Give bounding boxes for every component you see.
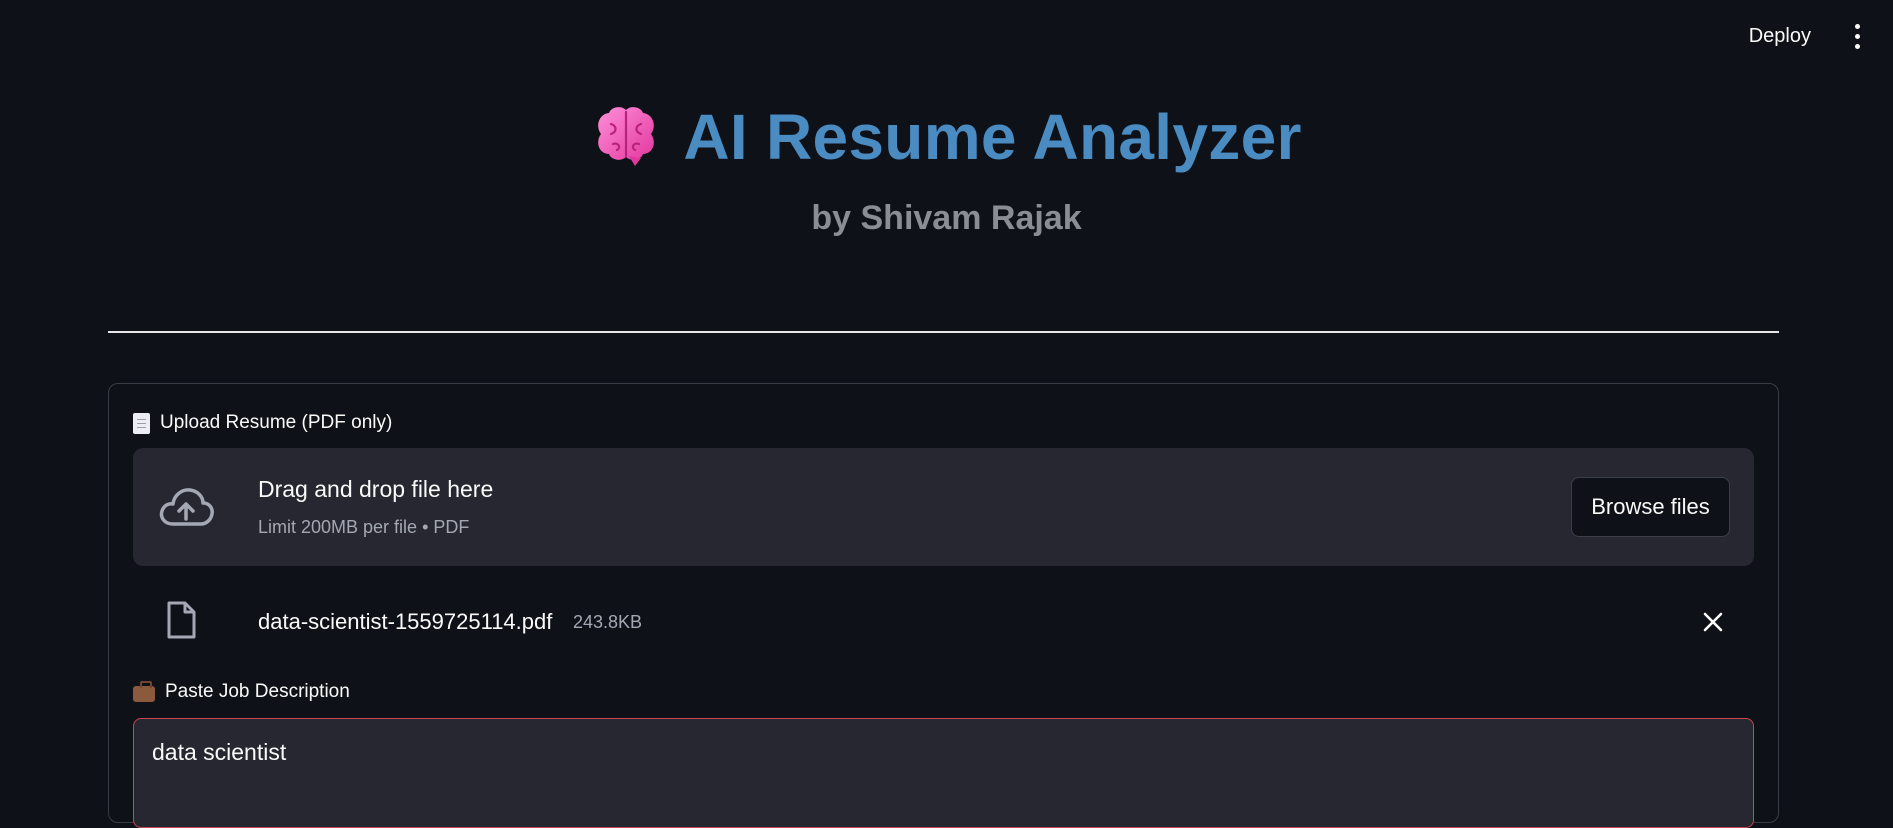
file-dropzone[interactable]: Drag and drop file here Limit 200MB per … xyxy=(133,448,1754,566)
uploaded-file-row: data-scientist-1559725114.pdf 243.8KB xyxy=(133,592,1754,652)
deploy-button[interactable]: Deploy xyxy=(1741,19,1819,54)
dropzone-title: Drag and drop file here xyxy=(258,476,494,502)
brain-icon xyxy=(598,107,655,166)
close-icon[interactable] xyxy=(1700,609,1726,635)
dropzone-subtitle: Limit 200MB per file • PDF xyxy=(258,517,470,537)
page-facing-up-icon xyxy=(133,412,150,434)
briefcase-icon xyxy=(133,681,155,702)
page-header: AI Resume Analyzer by Shivam Rajak xyxy=(0,100,1893,238)
more-vertical-icon[interactable] xyxy=(1845,21,1869,51)
browse-files-button[interactable]: Browse files xyxy=(1571,477,1730,537)
upload-label-text: Upload Resume (PDF only) xyxy=(160,412,393,433)
job-description-label: Paste Job Description xyxy=(133,681,350,703)
form-container: Upload Resume (PDF only) Drag and drop f… xyxy=(108,383,1779,828)
top-toolbar: Deploy xyxy=(1741,0,1893,72)
page-subtitle: by Shivam Rajak xyxy=(811,199,1082,237)
page-title-row: AI Resume Analyzer xyxy=(591,100,1301,174)
file-icon xyxy=(167,601,196,639)
file-size: 243.8KB xyxy=(573,612,643,632)
job-description-input[interactable]: data scientist xyxy=(133,718,1754,828)
upload-label: Upload Resume (PDF only) xyxy=(133,412,392,434)
file-name: data-scientist-1559725114.pdf xyxy=(258,609,553,634)
job-description-label-text: Paste Job Description xyxy=(165,681,350,702)
divider xyxy=(108,331,1779,333)
cloud-upload-icon xyxy=(159,488,214,526)
page-title: AI Resume Analyzer xyxy=(683,101,1302,173)
